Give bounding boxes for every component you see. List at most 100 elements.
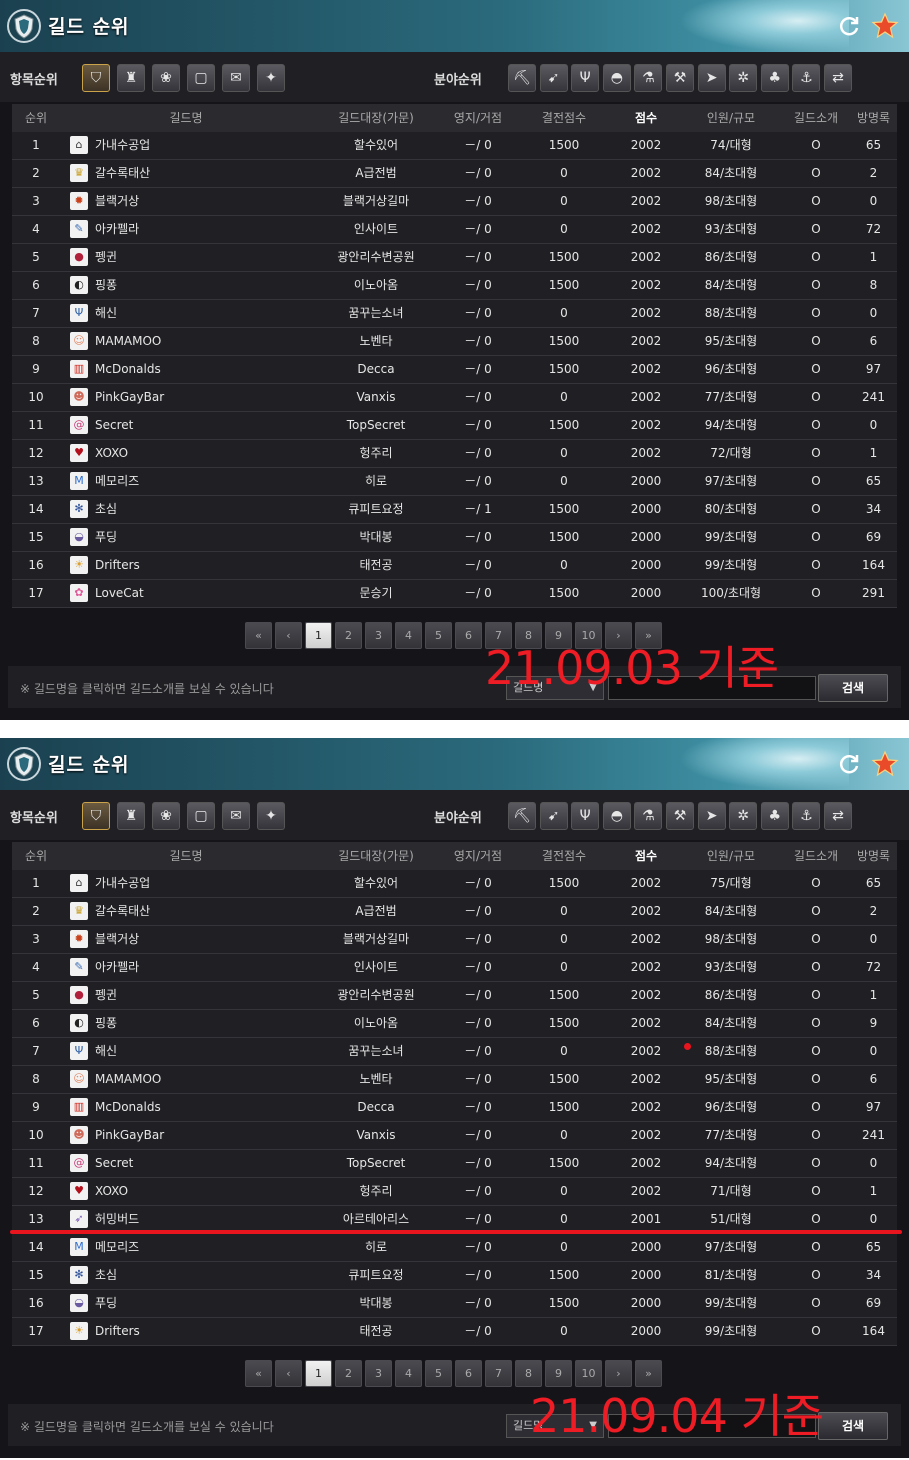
emblem-icon[interactable]: ✦: [257, 64, 285, 92]
page-button[interactable]: 6: [455, 622, 482, 649]
column-header[interactable]: 방명록: [850, 842, 897, 870]
guestbook-cell[interactable]: 291: [850, 580, 897, 607]
page-button[interactable]: 10: [575, 1360, 602, 1387]
guild-intro-cell[interactable]: O: [782, 1318, 850, 1345]
flask-icon[interactable]: ⚗: [634, 64, 663, 92]
guild-intro-cell[interactable]: O: [782, 384, 850, 411]
guild-name-link[interactable]: 메모리즈: [95, 1234, 290, 1261]
pickaxe-icon[interactable]: ⛏: [508, 64, 536, 92]
guestbook-cell[interactable]: 72: [850, 216, 897, 243]
guild-intro-cell[interactable]: O: [782, 982, 850, 1009]
guild-name-link[interactable]: PinkGayBar: [95, 1122, 290, 1149]
guild-name-link[interactable]: 블랙거상: [95, 188, 290, 215]
guild-name-link[interactable]: 가내수공업: [95, 132, 290, 159]
guestbook-cell[interactable]: 8: [850, 272, 897, 299]
hammer-icon[interactable]: ⚒: [666, 64, 694, 92]
flask-icon[interactable]: ⚗: [634, 802, 663, 830]
guild-intro-cell[interactable]: O: [782, 954, 850, 981]
guestbook-cell[interactable]: 0: [850, 412, 897, 439]
guild-intro-cell[interactable]: O: [782, 300, 850, 327]
column-header[interactable]: 영지/거점: [440, 104, 516, 132]
guild-intro-cell[interactable]: O: [782, 272, 850, 299]
guild-name-link[interactable]: Secret: [95, 412, 290, 439]
guild-name-link[interactable]: McDonalds: [95, 356, 290, 383]
page-button[interactable]: 6: [455, 1360, 482, 1387]
page-button[interactable]: 7: [485, 1360, 512, 1387]
guild-name-link[interactable]: 허밍버드: [95, 1206, 290, 1233]
guild-intro-cell[interactable]: O: [782, 898, 850, 925]
guild-intro-cell[interactable]: O: [782, 244, 850, 271]
prev-page-button[interactable]: ‹: [275, 1360, 302, 1387]
guild-intro-cell[interactable]: O: [782, 1066, 850, 1093]
column-header[interactable]: 길드대장(가문): [312, 842, 440, 870]
guild-name-link[interactable]: MAMAMOO: [95, 328, 290, 355]
guestbook-cell[interactable]: 0: [850, 1206, 897, 1233]
guild-intro-cell[interactable]: O: [782, 926, 850, 953]
guestbook-cell[interactable]: 1: [850, 1178, 897, 1205]
guild-intro-cell[interactable]: O: [782, 552, 850, 579]
guild-name-link[interactable]: LoveCat: [95, 580, 290, 607]
guild-intro-cell[interactable]: O: [782, 524, 850, 551]
guild-name-link[interactable]: XOXO: [95, 440, 290, 467]
page-button[interactable]: 4: [395, 1360, 422, 1387]
quest-scroll-icon[interactable]: ✉: [222, 64, 250, 92]
guestbook-cell[interactable]: 65: [850, 468, 897, 495]
guild-name-link[interactable]: 펭귄: [95, 244, 290, 271]
guestbook-cell[interactable]: 241: [850, 1122, 897, 1149]
page-button[interactable]: 1: [305, 1360, 332, 1387]
column-header[interactable]: 점수: [612, 842, 680, 870]
column-header[interactable]: 결전점수: [516, 842, 612, 870]
column-header[interactable]: 길드명: [112, 842, 260, 870]
guild-name-link[interactable]: 블랙거상: [95, 926, 290, 953]
wheel-icon[interactable]: ✲: [729, 64, 758, 92]
guestbook-cell[interactable]: 164: [850, 552, 897, 579]
trade-arrows-icon[interactable]: ⇄: [824, 802, 852, 830]
guestbook-cell[interactable]: 164: [850, 1318, 897, 1345]
guestbook-cell[interactable]: 69: [850, 524, 897, 551]
refresh-icon[interactable]: [837, 752, 861, 776]
page-button[interactable]: 2: [335, 1360, 362, 1387]
column-header[interactable]: 방명록: [850, 104, 897, 132]
antler-icon[interactable]: Ψ: [571, 802, 600, 830]
fish-icon[interactable]: ➹: [539, 64, 568, 92]
guild-intro-cell[interactable]: O: [782, 1234, 850, 1261]
guild-name-link[interactable]: 해신: [95, 1038, 290, 1065]
column-header[interactable]: 인원/규모: [680, 842, 782, 870]
guild-name-link[interactable]: 초심: [95, 496, 290, 523]
guild-intro-cell[interactable]: O: [782, 1150, 850, 1177]
guestbook-cell[interactable]: 6: [850, 328, 897, 355]
page-button[interactable]: 5: [425, 622, 452, 649]
page-button[interactable]: 3: [365, 622, 392, 649]
search-button[interactable]: 검색: [818, 674, 888, 702]
chat-icon[interactable]: ▢: [187, 64, 215, 92]
column-header[interactable]: 길드소개: [782, 104, 850, 132]
guild-name-link[interactable]: Secret: [95, 1150, 290, 1177]
sprout-icon[interactable]: ♣: [760, 802, 789, 830]
guestbook-cell[interactable]: 2: [850, 160, 897, 187]
anchor-icon[interactable]: ⚓: [792, 64, 821, 92]
guestbook-cell[interactable]: 6: [850, 1066, 897, 1093]
quest-scroll-icon[interactable]: ✉: [222, 802, 250, 830]
page-button[interactable]: 5: [425, 1360, 452, 1387]
guestbook-cell[interactable]: 65: [850, 132, 897, 159]
guild-intro-cell[interactable]: O: [782, 1262, 850, 1289]
guild-intro-cell[interactable]: O: [782, 496, 850, 523]
wheel-icon[interactable]: ✲: [729, 802, 758, 830]
page-button[interactable]: 3: [365, 1360, 392, 1387]
column-header[interactable]: 점수: [612, 104, 680, 132]
guild-crest-icon[interactable]: ⛉: [82, 64, 110, 92]
guild-name-link[interactable]: Drifters: [95, 552, 290, 579]
chat-icon[interactable]: ▢: [187, 802, 215, 830]
column-header[interactable]: 인원/규모: [680, 104, 782, 132]
next-page-button[interactable]: ›: [605, 1360, 632, 1387]
guild-intro-cell[interactable]: O: [782, 412, 850, 439]
prev-page-button[interactable]: ‹: [275, 622, 302, 649]
members-icon[interactable]: ❀: [152, 802, 180, 830]
favorite-star-icon[interactable]: [871, 12, 899, 40]
page-button[interactable]: 4: [395, 622, 422, 649]
guild-name-link[interactable]: 핑퐁: [95, 1010, 290, 1037]
guestbook-cell[interactable]: 97: [850, 1094, 897, 1121]
trade-arrows-icon[interactable]: ⇄: [824, 64, 852, 92]
tower-icon[interactable]: ♜: [117, 64, 145, 92]
guild-intro-cell[interactable]: O: [782, 1206, 850, 1233]
